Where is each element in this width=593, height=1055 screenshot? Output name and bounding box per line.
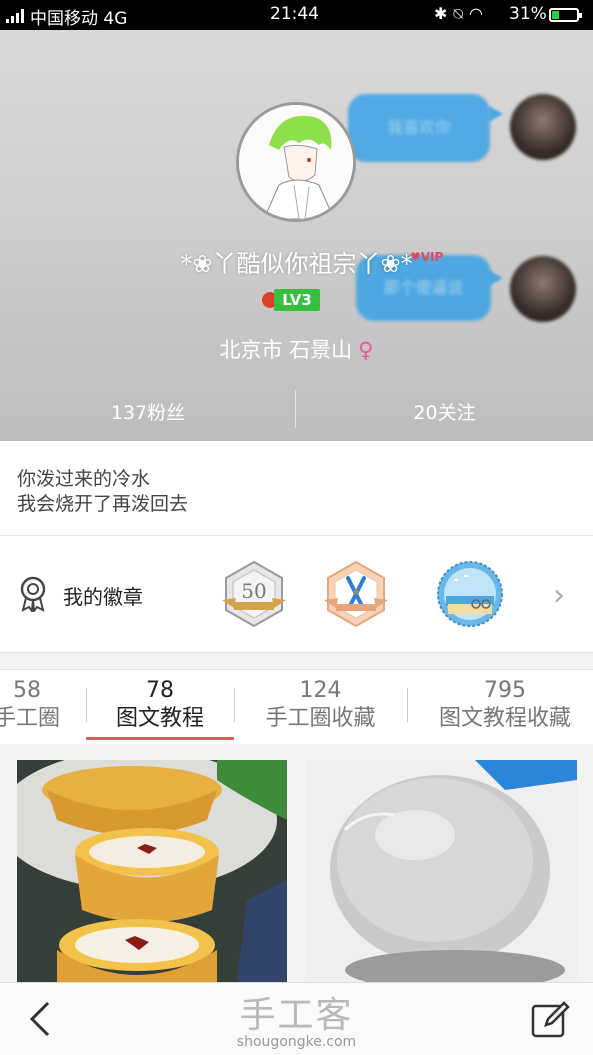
bio-line: 我会烧开了再泼回去	[17, 493, 189, 515]
active-tab-indicator	[86, 737, 234, 740]
avatar-illustration	[239, 105, 353, 219]
fans-count[interactable]: 137粉丝	[0, 398, 296, 425]
status-icons: ✱⍉◠	[434, 4, 489, 24]
bio: 你泼过来的冷水 我会烧开了再泼回去	[0, 441, 593, 536]
gender-icon: ♀	[358, 338, 374, 362]
avatar[interactable]	[236, 102, 356, 222]
tab-circle-favorites[interactable]: 124 手工圈收藏	[234, 678, 407, 734]
signal-icon	[6, 9, 26, 23]
tutorial-grid	[0, 744, 593, 982]
vip-badge: ♥VIP	[410, 250, 444, 264]
medal-icon	[20, 576, 46, 612]
following-count[interactable]: 20关注	[296, 398, 593, 425]
bio-line: 你泼过来的冷水	[17, 468, 151, 490]
tab-count: 795	[484, 678, 526, 703]
badge-50-icon[interactable]: 50	[220, 560, 288, 628]
tab-label: 手工圈	[0, 706, 60, 731]
badge-number: 50	[241, 579, 266, 603]
bluetooth-icon: ✱	[434, 4, 454, 23]
tab-count: 124	[299, 678, 342, 703]
tutorial-card[interactable]	[17, 760, 287, 982]
mute-icon: ⍉	[453, 4, 470, 23]
profile-header: 我喜欢你 那个傻逼说 *❀丫酷似你祖宗丫❀* ♥VIP LV3 北京市 石景山 ♀…	[0, 30, 593, 441]
content-tabs: 58 手工圈 78 图文教程 124 手工圈收藏 795 图文教程收藏	[0, 669, 593, 745]
nickname: *❀丫酷似你祖宗丫❀*	[180, 250, 413, 278]
watermark: 手工客 shougongke.com	[0, 986, 593, 1050]
badges-title: 我的徽章	[63, 585, 143, 609]
bubble-tail	[489, 106, 503, 122]
tab-label: 手工圈收藏	[265, 706, 376, 731]
badges-row[interactable]: 我的徽章 50 ›	[0, 536, 593, 653]
tab-label: 图文教程收藏	[438, 706, 571, 731]
battery-icon	[549, 8, 582, 22]
level-badge: LV3	[274, 289, 320, 311]
tart-photo	[17, 760, 287, 982]
background-chat-bubble: 我喜欢你	[348, 94, 490, 162]
background-avatar	[510, 94, 576, 160]
wifi-icon: ◠	[469, 4, 489, 23]
beach-badge-icon[interactable]	[436, 560, 504, 628]
tab-tutorials[interactable]: 78 图文教程	[86, 678, 234, 734]
tab-count: 58	[13, 678, 41, 703]
jelly-photo	[305, 760, 577, 982]
vip-label: VIP	[420, 250, 444, 264]
location-text: 北京市 石景山	[219, 338, 353, 362]
watermark-logo: 手工客	[239, 995, 354, 1036]
tab-tutorial-favorites[interactable]: 795 图文教程收藏	[407, 678, 593, 734]
carrier-label: 中国移动 4G	[30, 9, 128, 29]
watermark-url: shougongke.com	[236, 1034, 357, 1050]
tab-handicraft-circle[interactable]: 58 手工圈	[0, 678, 82, 734]
profile-stats: 137粉丝 20关注	[0, 390, 593, 441]
tab-count: 78	[146, 678, 174, 703]
battery-percent: 31%	[509, 4, 547, 24]
clock: 21:44	[270, 4, 319, 24]
tutorial-card[interactable]	[305, 760, 577, 982]
tab-label: 图文教程	[115, 706, 204, 731]
chevron-right-icon[interactable]: ›	[553, 578, 565, 613]
tools-badge-icon[interactable]	[322, 560, 390, 628]
location: 北京市 石景山 ♀	[0, 334, 593, 364]
status-bar: 中国移动 4G 21:44 ✱⍉◠ 31%	[0, 0, 593, 30]
